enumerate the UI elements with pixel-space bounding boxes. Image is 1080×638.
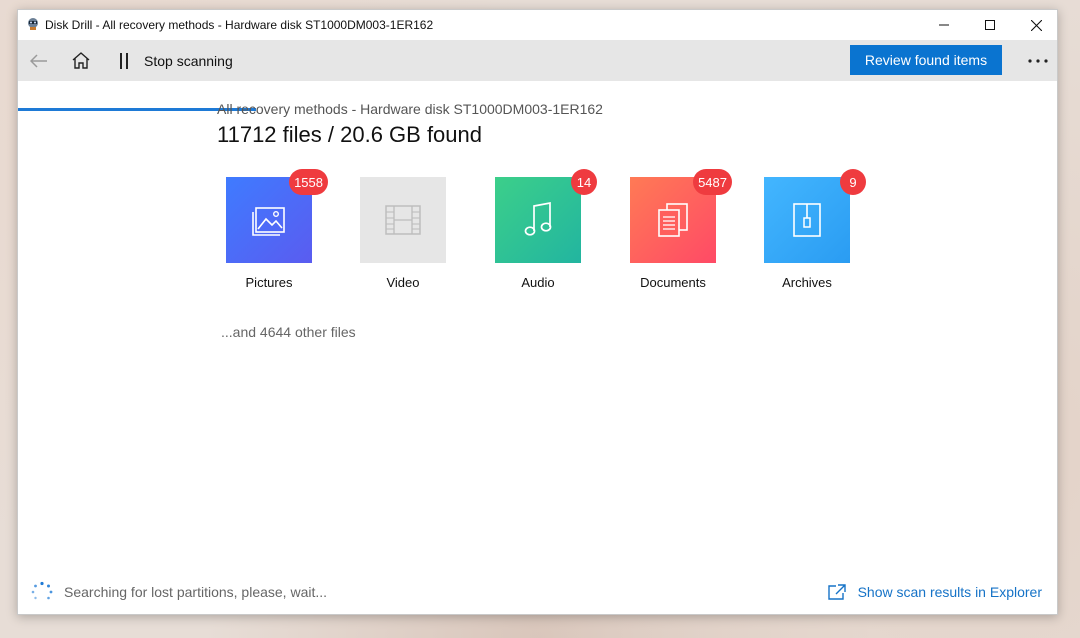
review-found-items-button[interactable]: Review found items [850,45,1002,75]
back-button[interactable] [24,40,54,81]
home-icon [72,52,90,69]
show-in-explorer-link[interactable]: Show scan results in Explorer [827,581,1042,603]
category-label: Archives [782,275,832,290]
more-options-button[interactable] [1020,40,1056,81]
status-bar: Searching for lost partitions, please, w… [30,581,327,603]
window-title: Disk Drill - All recovery methods - Hard… [45,18,434,32]
external-link-icon [827,584,846,600]
category-audio-tile[interactable]: 14 [495,169,597,263]
picture-icon [252,207,285,236]
category-label: Audio [521,275,555,290]
close-icon [1030,19,1042,31]
category-label: Video [386,275,420,290]
category-documents[interactable]: 5487 Documents [623,169,732,290]
spinner-icon [31,581,53,600]
maximize-icon [985,20,995,30]
category-audio[interactable]: 14 Audio [488,169,597,290]
audio-count-badge: 14 [571,169,597,195]
zip-archive-icon [793,203,821,237]
close-button[interactable] [1013,10,1059,40]
show-in-explorer-label[interactable]: Show scan results in Explorer [858,584,1042,600]
maximize-button[interactable] [967,10,1013,40]
disk-drill-logo-icon [28,18,38,30]
files-found-headline: 11712 files / 20.6 GB found [217,122,482,147]
back-arrow-icon [30,53,47,68]
category-video-tile[interactable] [360,177,446,263]
minimize-icon [939,24,949,26]
other-files-link[interactable]: ...and 4644 other files [221,324,356,340]
category-documents-tile[interactable]: 5487 [630,169,732,263]
video-icon [385,205,421,235]
category-label: Pictures [245,275,293,290]
pause-icon [120,52,128,69]
documents-count-badge: 5487 [693,169,732,195]
more-icon [1028,58,1048,63]
document-icon [658,203,688,237]
category-archives-tile[interactable]: 9 [764,169,866,263]
category-archives[interactable]: 9 Archives [757,169,866,290]
music-note-icon [524,201,552,236]
pause-scan-button[interactable] [112,40,136,81]
title-bar: Disk Drill - All recovery methods - Hard… [18,10,1057,40]
toolbar: Stop scanning Review found items [18,40,1057,111]
category-label: Documents [640,275,706,290]
home-button[interactable] [66,40,96,81]
pictures-count-badge: 1558 [289,169,328,195]
scan-subtitle: All recovery methods - Hardware disk ST1… [217,101,603,117]
stop-scanning-button[interactable]: Stop scanning [144,53,233,69]
category-pictures[interactable]: 1558 Pictures [219,169,328,290]
archives-count-badge: 9 [840,169,866,195]
app-window: Disk Drill - All recovery methods - Hard… [17,9,1058,615]
category-pictures-tile[interactable]: 1558 [226,169,328,263]
status-text: Searching for lost partitions, please, w… [64,584,328,600]
category-video[interactable]: Video [353,177,453,290]
minimize-button[interactable] [921,10,967,40]
